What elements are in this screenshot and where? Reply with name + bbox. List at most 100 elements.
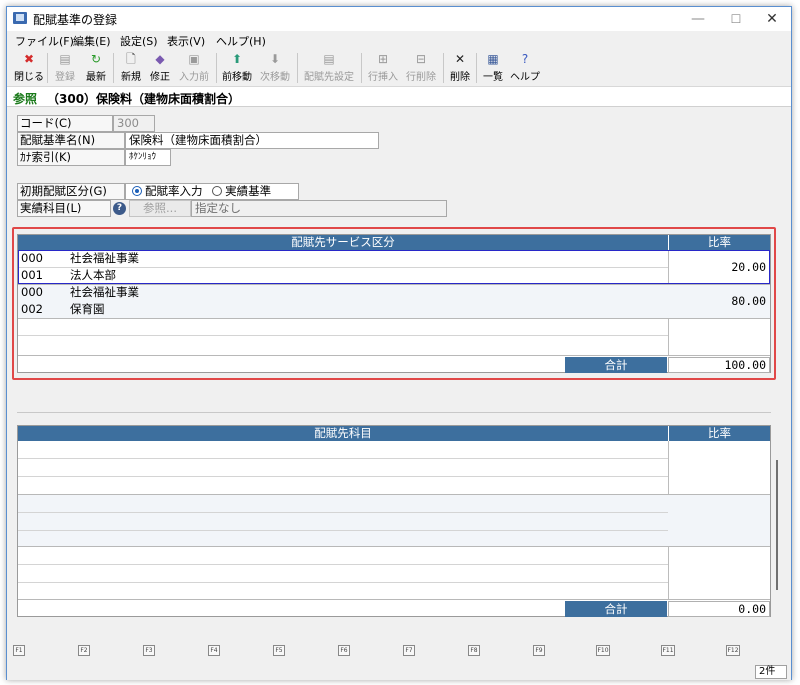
down-arrow-icon: ⬇ — [269, 52, 281, 66]
toolbar-separator — [361, 53, 362, 83]
insert-row-button[interactable]: ⊞ 行挿入 — [365, 51, 401, 85]
f4-key[interactable]: F4 — [208, 645, 220, 656]
delete-icon: ✕ — [454, 52, 466, 66]
menu-edit[interactable]: 編集(E) — [73, 33, 111, 49]
undo-icon: ▣ — [188, 52, 200, 66]
actual-account-label: 実績科目(L) — [17, 200, 111, 217]
toolbar-separator — [476, 53, 477, 83]
menu-view[interactable]: 表示(V) — [167, 33, 205, 49]
total-label: 合計 — [565, 357, 667, 373]
radio-checked-icon — [132, 185, 142, 196]
minimize-button[interactable]: — — [679, 7, 717, 31]
edit-button[interactable]: ◆ 修正 — [146, 51, 174, 85]
list-icon: ▦ — [487, 52, 499, 66]
up-arrow-icon: ⬆ — [231, 52, 243, 66]
refresh-icon: ↻ — [90, 52, 102, 66]
allocation-settings-button[interactable]: ▤ 配賦先設定 — [301, 51, 357, 85]
account-allocation-grid: 配賦先科目 比率 合計 0.00 — [17, 425, 778, 617]
code-label: コード(C) — [17, 115, 113, 132]
f3-key[interactable]: F3 — [143, 645, 155, 656]
menu-settings[interactable]: 設定(S) — [120, 33, 158, 49]
save-button[interactable]: ▤ 登録 — [51, 51, 79, 85]
f10-key[interactable]: F10 — [596, 645, 610, 656]
delete-button[interactable]: ✕ 削除 — [447, 51, 473, 85]
prev-record-button[interactable]: ⬆ 前移動 — [219, 51, 255, 85]
f7-key[interactable]: F7 — [403, 645, 415, 656]
delete-row-button[interactable]: ⊟ 行削除 — [403, 51, 439, 85]
toolbar-separator — [297, 53, 298, 83]
grid-line — [18, 318, 770, 319]
radio-ratio-input[interactable]: 配賦率入力 — [126, 184, 203, 198]
row2-service-code[interactable]: 000 — [21, 284, 43, 301]
row2-ratio[interactable]: 80.00 — [672, 293, 766, 310]
maximize-button[interactable]: ☐ — [717, 7, 755, 31]
next-record-button[interactable]: ⬇ 次移動 — [257, 51, 293, 85]
row1-ratio[interactable]: 20.00 — [672, 259, 766, 276]
account-field[interactable]: 指定なし — [191, 200, 447, 217]
grid-line — [18, 564, 668, 565]
f12-key[interactable]: F12 — [726, 645, 740, 656]
status-bar: 2件 — [7, 663, 791, 680]
grid-header-account: 配賦先科目 — [18, 426, 668, 441]
question-icon[interactable]: ? — [113, 202, 126, 215]
code-field[interactable]: 300 — [113, 115, 155, 132]
grid-header-ratio: 比率 — [669, 235, 770, 250]
browse-button[interactable]: 参照... — [129, 200, 191, 217]
help-button[interactable]: ? ヘルプ — [509, 51, 541, 85]
new-button[interactable]: 🗋 新規 — [117, 51, 145, 85]
row2-sub-name[interactable]: 保育園 — [70, 301, 105, 318]
f6-key[interactable]: F6 — [338, 645, 350, 656]
f1-key[interactable]: F1 — [13, 645, 25, 656]
grid-line — [18, 599, 770, 600]
kana-label: ｶﾅ索引(K) — [17, 149, 125, 166]
settings-doc-icon: ▤ — [323, 52, 335, 66]
grid-line — [18, 546, 770, 547]
grid-line — [18, 476, 668, 477]
row1-service-code[interactable]: 000 — [21, 250, 43, 267]
kana-field[interactable]: ﾎｹﾝﾘｮｳ — [125, 149, 171, 166]
f8-key[interactable]: F8 — [468, 645, 480, 656]
grid-line — [18, 335, 668, 336]
refresh-button[interactable]: ↻ 最新 — [82, 51, 110, 85]
service-allocation-grid: 配賦先サービス区分 比率 000 社会福祉事業 001 法人本部 20.00 0… — [17, 234, 771, 373]
menu-help[interactable]: ヘルプ(H) — [216, 33, 266, 49]
grid-header-ratio: 比率 — [669, 426, 770, 441]
toolbar-separator — [443, 53, 444, 83]
grid-line — [18, 355, 770, 356]
f9-key[interactable]: F9 — [533, 645, 545, 656]
total-value: 100.00 — [668, 357, 770, 373]
row1-sub-code[interactable]: 001 — [21, 267, 43, 284]
row2-sub-code[interactable]: 002 — [21, 301, 43, 318]
grid-line — [18, 458, 668, 459]
name-field[interactable]: 保険料（建物床面積割合） — [125, 132, 379, 149]
f2-key[interactable]: F2 — [78, 645, 90, 656]
menu-bar: ファイル(F) 編集(E) 設定(S) 表示(V) ヘルプ(H) — [7, 31, 791, 49]
close-button[interactable]: ✖ 閉じる — [13, 51, 45, 85]
toolbar: ✖ 閉じる ▤ 登録 ↻ 最新 🗋 新規 ◆ 修正 ▣ 入力前 ⬆ 前移動 ⬇ 次移動 ▤ 配賦先… — [7, 49, 791, 87]
total-label: 合計 — [565, 601, 667, 617]
menu-file[interactable]: ファイル(F) — [15, 33, 74, 49]
vertical-scrollbar[interactable] — [776, 460, 778, 590]
record-title: （300）保険料（建物床面積割合） — [47, 92, 241, 106]
f5-key[interactable]: F5 — [273, 645, 285, 656]
toolbar-separator — [47, 53, 48, 83]
allocation-type-radio-group: 配賦率入力 実績基準 — [125, 183, 299, 200]
row2-service-name[interactable]: 社会福祉事業 — [70, 284, 139, 301]
help-icon: ? — [521, 52, 529, 66]
close-icon: ✖ — [23, 52, 35, 66]
undo-button[interactable]: ▣ 入力前 — [175, 51, 213, 85]
total-value: 0.00 — [668, 601, 770, 617]
initial-allocation-label: 初期配賦区分(G) — [17, 183, 125, 200]
row1-sub-name[interactable]: 法人本部 — [70, 267, 116, 284]
f11-key[interactable]: F11 — [661, 645, 675, 656]
close-window-button[interactable]: ✕ — [753, 7, 791, 31]
mode-label: 参照 — [13, 92, 38, 106]
list-button[interactable]: ▦ 一覧 — [479, 51, 507, 85]
record-count: 2件 — [755, 665, 787, 679]
function-key-bar: F1 F2 F3 F4 F5 F6 F7 F8 F9 F10 F11 F12 — [7, 641, 791, 663]
delete-row-icon: ⊟ — [415, 52, 427, 66]
title-bar: 配賦基準の登録 — ☐ ✕ — [7, 7, 791, 31]
toolbar-separator — [216, 53, 217, 83]
row1-service-name[interactable]: 社会福祉事業 — [70, 250, 139, 267]
radio-actual-basis[interactable]: 実績基準 — [206, 184, 271, 198]
